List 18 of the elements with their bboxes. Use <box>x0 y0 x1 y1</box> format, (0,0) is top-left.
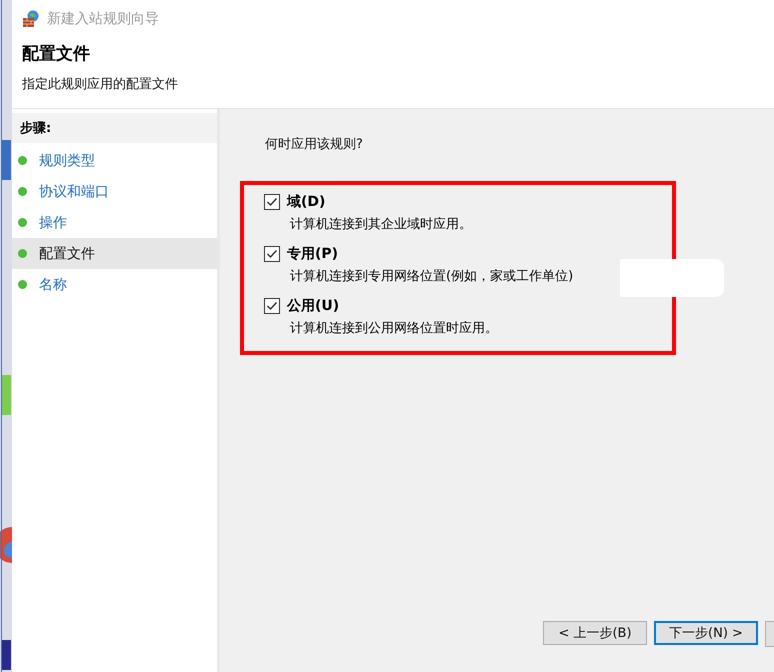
option-label: 域(D) <box>287 193 326 211</box>
step-item[interactable]: 操作 <box>12 207 217 238</box>
wizard-button[interactable]: < 上一步(B) <box>543 621 647 645</box>
question-text: 何时应用该规则? <box>265 136 364 153</box>
page-title: 配置文件 <box>22 43 91 65</box>
step-item[interactable]: 规则类型 <box>12 145 217 176</box>
page-subtitle: 指定此规则应用的配置文件 <box>22 76 179 93</box>
step-item[interactable]: 协议和端口 <box>12 176 217 207</box>
step-item[interactable]: 名称 <box>12 269 217 300</box>
option-label: 公用(U) <box>287 297 340 315</box>
option-label: 专用(P) <box>287 245 338 263</box>
option-description: 计算机连接到公用网络位置时应用。 <box>290 320 499 337</box>
window-title: 新建入站规则向导 <box>47 10 159 28</box>
steps-heading: 步骤: <box>12 113 217 143</box>
wizard-button[interactable]: 下一步(N) > <box>654 621 758 645</box>
option-description: 计算机连接到其企业域时应用。 <box>290 216 473 233</box>
step-item[interactable]: 配置文件 <box>12 238 217 269</box>
option-description: 计算机连接到专用网络位置(例如，家或工作单位) <box>290 268 574 285</box>
